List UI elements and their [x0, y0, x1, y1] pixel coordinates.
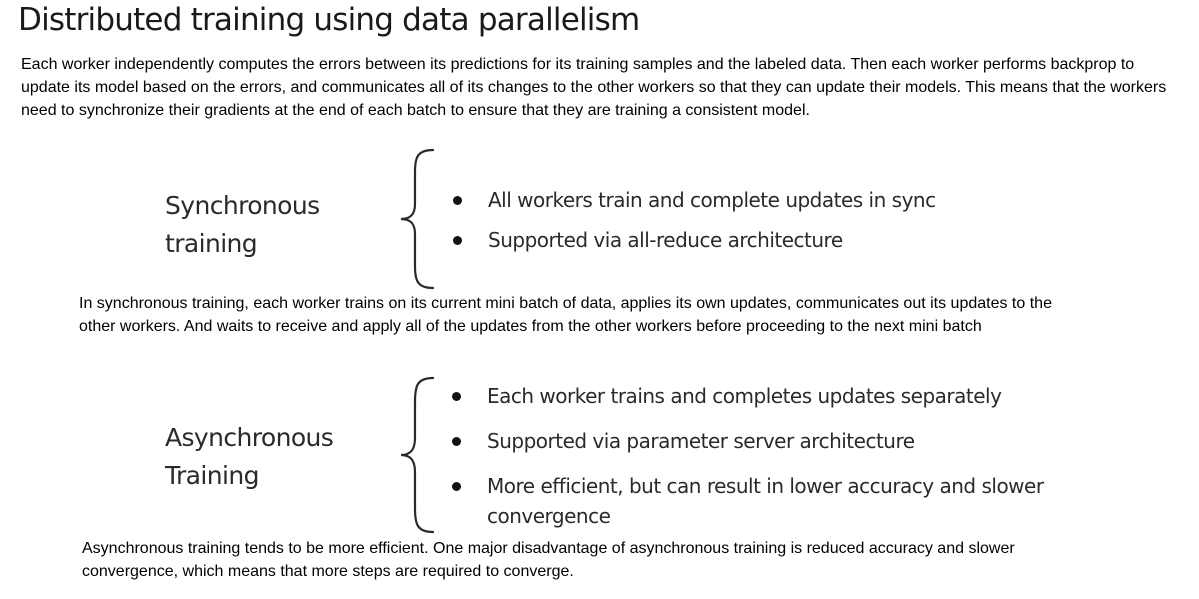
- list-item: More efficient, but can result in lower …: [452, 471, 1047, 531]
- bullet-icon: [453, 196, 462, 205]
- list-item: Supported via parameter server architect…: [452, 426, 1047, 456]
- synchronous-training-label: Synchronous training: [165, 187, 320, 263]
- bullet-icon: [452, 437, 461, 446]
- list-item: Each worker trains and completes updates…: [452, 381, 1047, 411]
- asynchronous-training-label: Asynchronous Training: [165, 419, 334, 495]
- asynchronous-label-line2: Training: [165, 461, 259, 490]
- list-item: Supported via all-reduce architecture: [453, 226, 936, 255]
- asynchronous-description: Asynchronous training tends to be more e…: [82, 540, 1015, 580]
- asynchronous-label-line1: Asynchronous: [165, 423, 334, 452]
- synchronous-brace-icon: [400, 148, 435, 290]
- list-item: All workers train and complete updates i…: [453, 186, 936, 215]
- asynchronous-bullet-list: Each worker trains and completes updates…: [452, 381, 1047, 546]
- synchronous-label-line2: training: [165, 229, 258, 258]
- bullet-icon: [453, 236, 462, 245]
- bullet-text: Supported via parameter server architect…: [487, 429, 915, 453]
- bullet-text: Each worker trains and completes updates…: [487, 384, 1002, 408]
- bullet-icon: [452, 482, 461, 491]
- synchronous-bullet-list: All workers train and complete updates i…: [453, 186, 936, 266]
- intro-paragraph: Each worker independently computes the e…: [21, 56, 1167, 119]
- bullet-text: More efficient, but can result in lower …: [487, 474, 1044, 528]
- bullet-text: Supported via all-reduce architecture: [488, 228, 843, 252]
- synchronous-description: In synchronous training, each worker tra…: [79, 295, 1052, 335]
- asynchronous-brace-icon: [400, 376, 435, 534]
- bullet-text: All workers train and complete updates i…: [488, 188, 936, 212]
- synchronous-label-line1: Synchronous: [165, 191, 320, 220]
- page-title: Distributed training using data parallel…: [18, 2, 640, 38]
- bullet-icon: [452, 392, 461, 401]
